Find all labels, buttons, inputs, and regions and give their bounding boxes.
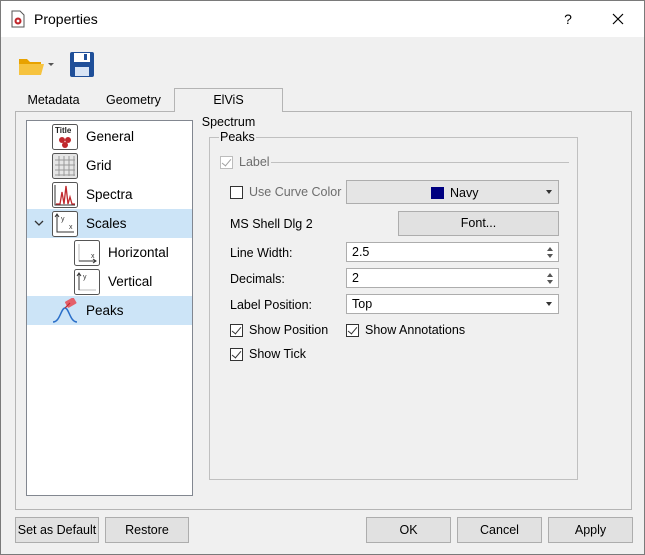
tree-item-vertical[interactable]: y Vertical xyxy=(27,267,192,296)
tree-item-grid[interactable]: Grid xyxy=(27,151,192,180)
grid-icon xyxy=(52,153,78,179)
horizontal-scale-icon: x xyxy=(74,240,100,266)
decimals-label: Decimals: xyxy=(230,272,285,286)
svg-text:x: x xyxy=(91,253,95,260)
use-curve-color-checkbox[interactable] xyxy=(230,186,243,199)
use-curve-color-label: Use Curve Color xyxy=(249,185,342,199)
divider xyxy=(271,162,569,163)
title-bar: Properties ? xyxy=(1,1,644,37)
chevron-down-icon[interactable] xyxy=(33,217,45,229)
spin-down-icon[interactable] xyxy=(547,254,553,258)
restore-button[interactable]: Restore xyxy=(105,517,189,543)
show-position-label: Show Position xyxy=(249,323,329,337)
line-width-label: Line Width: xyxy=(230,246,293,260)
font-name-label: MS Shell Dlg 2 xyxy=(230,217,313,231)
spin-down-icon[interactable] xyxy=(547,280,553,284)
title-icon: Title xyxy=(52,124,78,150)
tree-item-general[interactable]: Title General xyxy=(27,122,192,151)
tree-item-label: Scales xyxy=(86,216,127,231)
show-tick-checkbox[interactable] xyxy=(230,348,243,361)
open-folder-icon[interactable] xyxy=(17,53,59,79)
svg-text:y: y xyxy=(83,274,87,281)
tree-item-spectra[interactable]: Spectra xyxy=(27,180,192,209)
help-button[interactable]: ? xyxy=(554,6,582,32)
show-tick-label: Show Tick xyxy=(249,347,306,361)
color-dropdown-value: Navy xyxy=(450,186,479,200)
font-button[interactable]: Font... xyxy=(398,211,559,236)
line-width-value: 2.5 xyxy=(352,245,370,259)
color-swatch xyxy=(431,187,444,199)
label-checkbox-label: Label xyxy=(239,155,270,169)
svg-text:y: y xyxy=(61,216,65,223)
tree-item-label: Peaks xyxy=(86,303,124,318)
settings-tree[interactable]: Title General Grid Spectra y x Scales x … xyxy=(26,120,193,496)
tree-item-peaks[interactable]: Peaks xyxy=(27,296,192,325)
properties-dialog: Properties ? Metadata Geometry ElViS Spe… xyxy=(0,0,645,555)
show-position-checkbox[interactable] xyxy=(230,324,243,337)
tree-item-label: Vertical xyxy=(108,274,153,289)
tree-item-label: Spectra xyxy=(86,187,133,202)
peaks-icon xyxy=(52,298,78,323)
scales-icon: y x xyxy=(52,211,78,237)
tree-item-label: General xyxy=(86,129,135,144)
decimals-spinbox[interactable]: 2 xyxy=(346,268,559,288)
label-checkbox[interactable] xyxy=(220,156,233,169)
tab-elvis-spectrum[interactable]: ElViS Spectrum xyxy=(174,88,283,129)
tree-item-horizontal[interactable]: x Horizontal xyxy=(27,238,192,267)
set-as-default-button[interactable]: Set as Default xyxy=(15,517,99,543)
chevron-down-icon xyxy=(546,302,552,306)
close-icon[interactable] xyxy=(602,6,634,32)
app-icon xyxy=(11,10,25,28)
tab-metadata[interactable]: Metadata xyxy=(15,91,92,111)
apply-button[interactable]: Apply xyxy=(548,517,633,543)
label-position-label: Label Position: xyxy=(230,298,313,312)
window-title: Properties xyxy=(34,11,98,27)
ok-button[interactable]: OK xyxy=(366,517,451,543)
color-dropdown[interactable]: Navy xyxy=(346,180,559,204)
spin-up-icon[interactable] xyxy=(547,273,553,277)
show-annotations-checkbox[interactable] xyxy=(346,324,359,337)
spectra-icon xyxy=(52,182,78,208)
spin-up-icon[interactable] xyxy=(547,247,553,251)
decimals-value: 2 xyxy=(352,271,359,285)
label-position-dropdown[interactable]: Top xyxy=(346,294,559,314)
line-width-spinbox[interactable]: 2.5 xyxy=(346,242,559,262)
svg-text:x: x xyxy=(69,224,73,231)
svg-text:Title: Title xyxy=(55,126,72,135)
label-position-value: Top xyxy=(352,297,373,311)
tree-item-label: Horizontal xyxy=(108,245,169,260)
tab-geometry[interactable]: Geometry xyxy=(94,91,173,111)
cancel-button[interactable]: Cancel xyxy=(457,517,542,543)
chevron-down-icon xyxy=(546,190,552,194)
tree-item-label: Grid xyxy=(86,158,112,173)
show-annotations-label: Show Annotations xyxy=(365,323,466,337)
save-icon[interactable] xyxy=(69,51,95,78)
vertical-scale-icon: y xyxy=(74,269,100,295)
tree-item-scales[interactable]: y x Scales xyxy=(27,209,192,238)
